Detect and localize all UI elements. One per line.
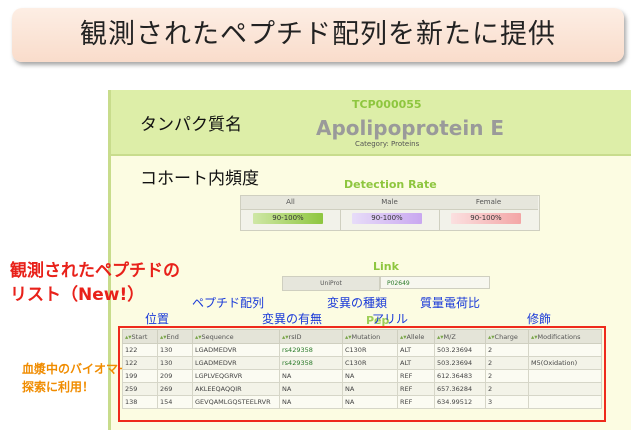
- column-header-mutation[interactable]: ▴▾Mutation: [342, 329, 398, 344]
- column-header-charge[interactable]: ▴▾Charge: [485, 329, 529, 344]
- rate-bar-female: 90-100%: [451, 213, 521, 224]
- table-row: 122 130 LGADMEDVR rs429358 C130R ALT 503…: [122, 356, 602, 370]
- cell-modifications: [528, 382, 602, 396]
- cell-mz: 503.23694: [434, 343, 486, 357]
- rate-head-all: All: [241, 196, 340, 210]
- link-value-uniprot: P02649: [380, 276, 490, 289]
- header-divider: [111, 154, 631, 156]
- cell-rsid: NA: [279, 382, 343, 396]
- cell-charge: 2: [485, 369, 529, 383]
- cell-sequence: LGADMEDVR: [192, 356, 280, 370]
- link-label-uniprot: UniProt: [282, 276, 380, 291]
- cell-sequence: AKLEEQAQQIR: [192, 382, 280, 396]
- cell-mz: 612.36483: [434, 369, 486, 383]
- cell-mutation: NA: [342, 395, 398, 409]
- cell-modifications: [528, 369, 602, 383]
- cell-charge: 2: [485, 356, 529, 370]
- protein-id: TCP000055: [352, 98, 422, 111]
- cell-mutation: C130R: [342, 343, 398, 357]
- column-header-sequence[interactable]: ▴▾Sequence: [192, 329, 280, 344]
- cell-modifications: [528, 343, 602, 357]
- detection-rate-title: Detection Rate: [344, 178, 437, 191]
- table-row: 259 269 AKLEEQAQQIR NA NA REF 657.36284 …: [122, 382, 602, 396]
- cell-rsid: NA: [279, 369, 343, 383]
- peptide-table: ▴▾Start ▴▾End ▴▾Sequence ▴▾rsID ▴▾Mutati…: [122, 329, 602, 409]
- cell-charge: 2: [485, 343, 529, 357]
- column-header-end[interactable]: ▴▾End: [157, 329, 193, 344]
- rate-bar-all: 90-100%: [253, 213, 323, 224]
- cell-start: 199: [122, 369, 158, 383]
- cell-allele: REF: [397, 395, 435, 409]
- cell-start: 122: [122, 356, 158, 370]
- rate-bar-male: 90-100%: [352, 213, 422, 224]
- protein-name-label: タンパク質名: [140, 115, 242, 135]
- rate-col-all: All 90-100%: [241, 196, 341, 230]
- cell-rsid-link[interactable]: rs429358: [279, 356, 343, 370]
- observed-list-annotation-line1: 観測されたペプチドの: [10, 261, 180, 281]
- column-header-modifications[interactable]: ▴▾Modifications: [528, 329, 602, 344]
- rate-head-male: Male: [340, 196, 439, 210]
- title-banner: 観測されたペプチド配列を新たに提供: [12, 8, 624, 62]
- cell-sequence: LGADMEDVR: [192, 343, 280, 357]
- rate-col-female: Female 90-100%: [439, 196, 538, 230]
- annotation-variant-type: 変異の種類: [327, 296, 388, 310]
- column-header-rsid[interactable]: ▴▾rsID: [279, 329, 343, 344]
- detection-rate-table: All 90-100% Male 90-100% Female 90-100%: [240, 195, 540, 231]
- protein-name: Apolipoprotein E: [316, 116, 505, 140]
- annotation-mass-charge: 質量電荷比: [420, 296, 481, 310]
- rate-col-male: Male 90-100%: [340, 196, 440, 230]
- cell-charge: 2: [485, 382, 529, 396]
- cell-mz: 634.99512: [434, 395, 486, 409]
- cell-mz: 503.23694: [434, 356, 486, 370]
- table-row: 199 209 LGPLVEQGRVR NA NA REF 612.36483 …: [122, 369, 602, 383]
- slide-title: 観測されたペプチド配列を新たに提供: [80, 19, 556, 50]
- annotation-variant-presence: 変異の有無: [262, 312, 323, 326]
- link-title: Link: [373, 260, 399, 273]
- cell-start: 122: [122, 343, 158, 357]
- table-row: 122 130 LGADMEDVR rs429358 C130R ALT 503…: [122, 343, 602, 357]
- peptide-table-header-row: ▴▾Start ▴▾End ▴▾Sequence ▴▾rsID ▴▾Mutati…: [122, 329, 602, 344]
- observed-list-annotation-line2: リスト（New!）: [10, 285, 145, 305]
- cell-sequence: LGPLVEQGRVR: [192, 369, 280, 383]
- cell-start: 138: [122, 395, 158, 409]
- cell-charge: 3: [485, 395, 529, 409]
- cell-start: 259: [122, 382, 158, 396]
- annotation-allele: アリル: [372, 312, 409, 326]
- cell-sequence: GEVQAMLGQSTEELRVR: [192, 395, 280, 409]
- cell-end: 130: [157, 343, 193, 357]
- annotation-peptide-sequence: ペプチド配列: [192, 296, 265, 310]
- annotation-modification: 修飾: [527, 312, 552, 326]
- cell-allele: REF: [397, 382, 435, 396]
- cohort-frequency-label: コホート内頻度: [140, 169, 259, 189]
- biomarker-annotation-line2: 探索に利用！: [22, 380, 95, 394]
- table-row: 138 154 GEVQAMLGQSTEELRVR NA NA REF 634.…: [122, 395, 602, 409]
- cell-rsid-link[interactable]: rs429358: [279, 343, 343, 357]
- column-header-mz[interactable]: ▴▾M/Z: [434, 329, 486, 344]
- cell-mutation: NA: [342, 369, 398, 383]
- cell-allele: REF: [397, 369, 435, 383]
- annotation-position: 位置: [145, 312, 170, 326]
- cell-allele: ALT: [397, 356, 435, 370]
- cell-end: 209: [157, 369, 193, 383]
- cell-end: 269: [157, 382, 193, 396]
- rate-head-female: Female: [439, 196, 538, 210]
- cell-mutation: NA: [342, 382, 398, 396]
- cell-modifications: [528, 395, 602, 409]
- column-header-allele[interactable]: ▴▾Allele: [397, 329, 435, 344]
- cell-rsid: NA: [279, 395, 343, 409]
- protein-category: Category: Proteins: [355, 140, 420, 148]
- cell-modifications: M5(Oxidation): [528, 356, 602, 370]
- cell-allele: ALT: [397, 343, 435, 357]
- cell-mz: 657.36284: [434, 382, 486, 396]
- cell-mutation: C130R: [342, 356, 398, 370]
- cell-end: 154: [157, 395, 193, 409]
- cell-end: 130: [157, 356, 193, 370]
- column-header-start[interactable]: ▴▾Start: [122, 329, 158, 344]
